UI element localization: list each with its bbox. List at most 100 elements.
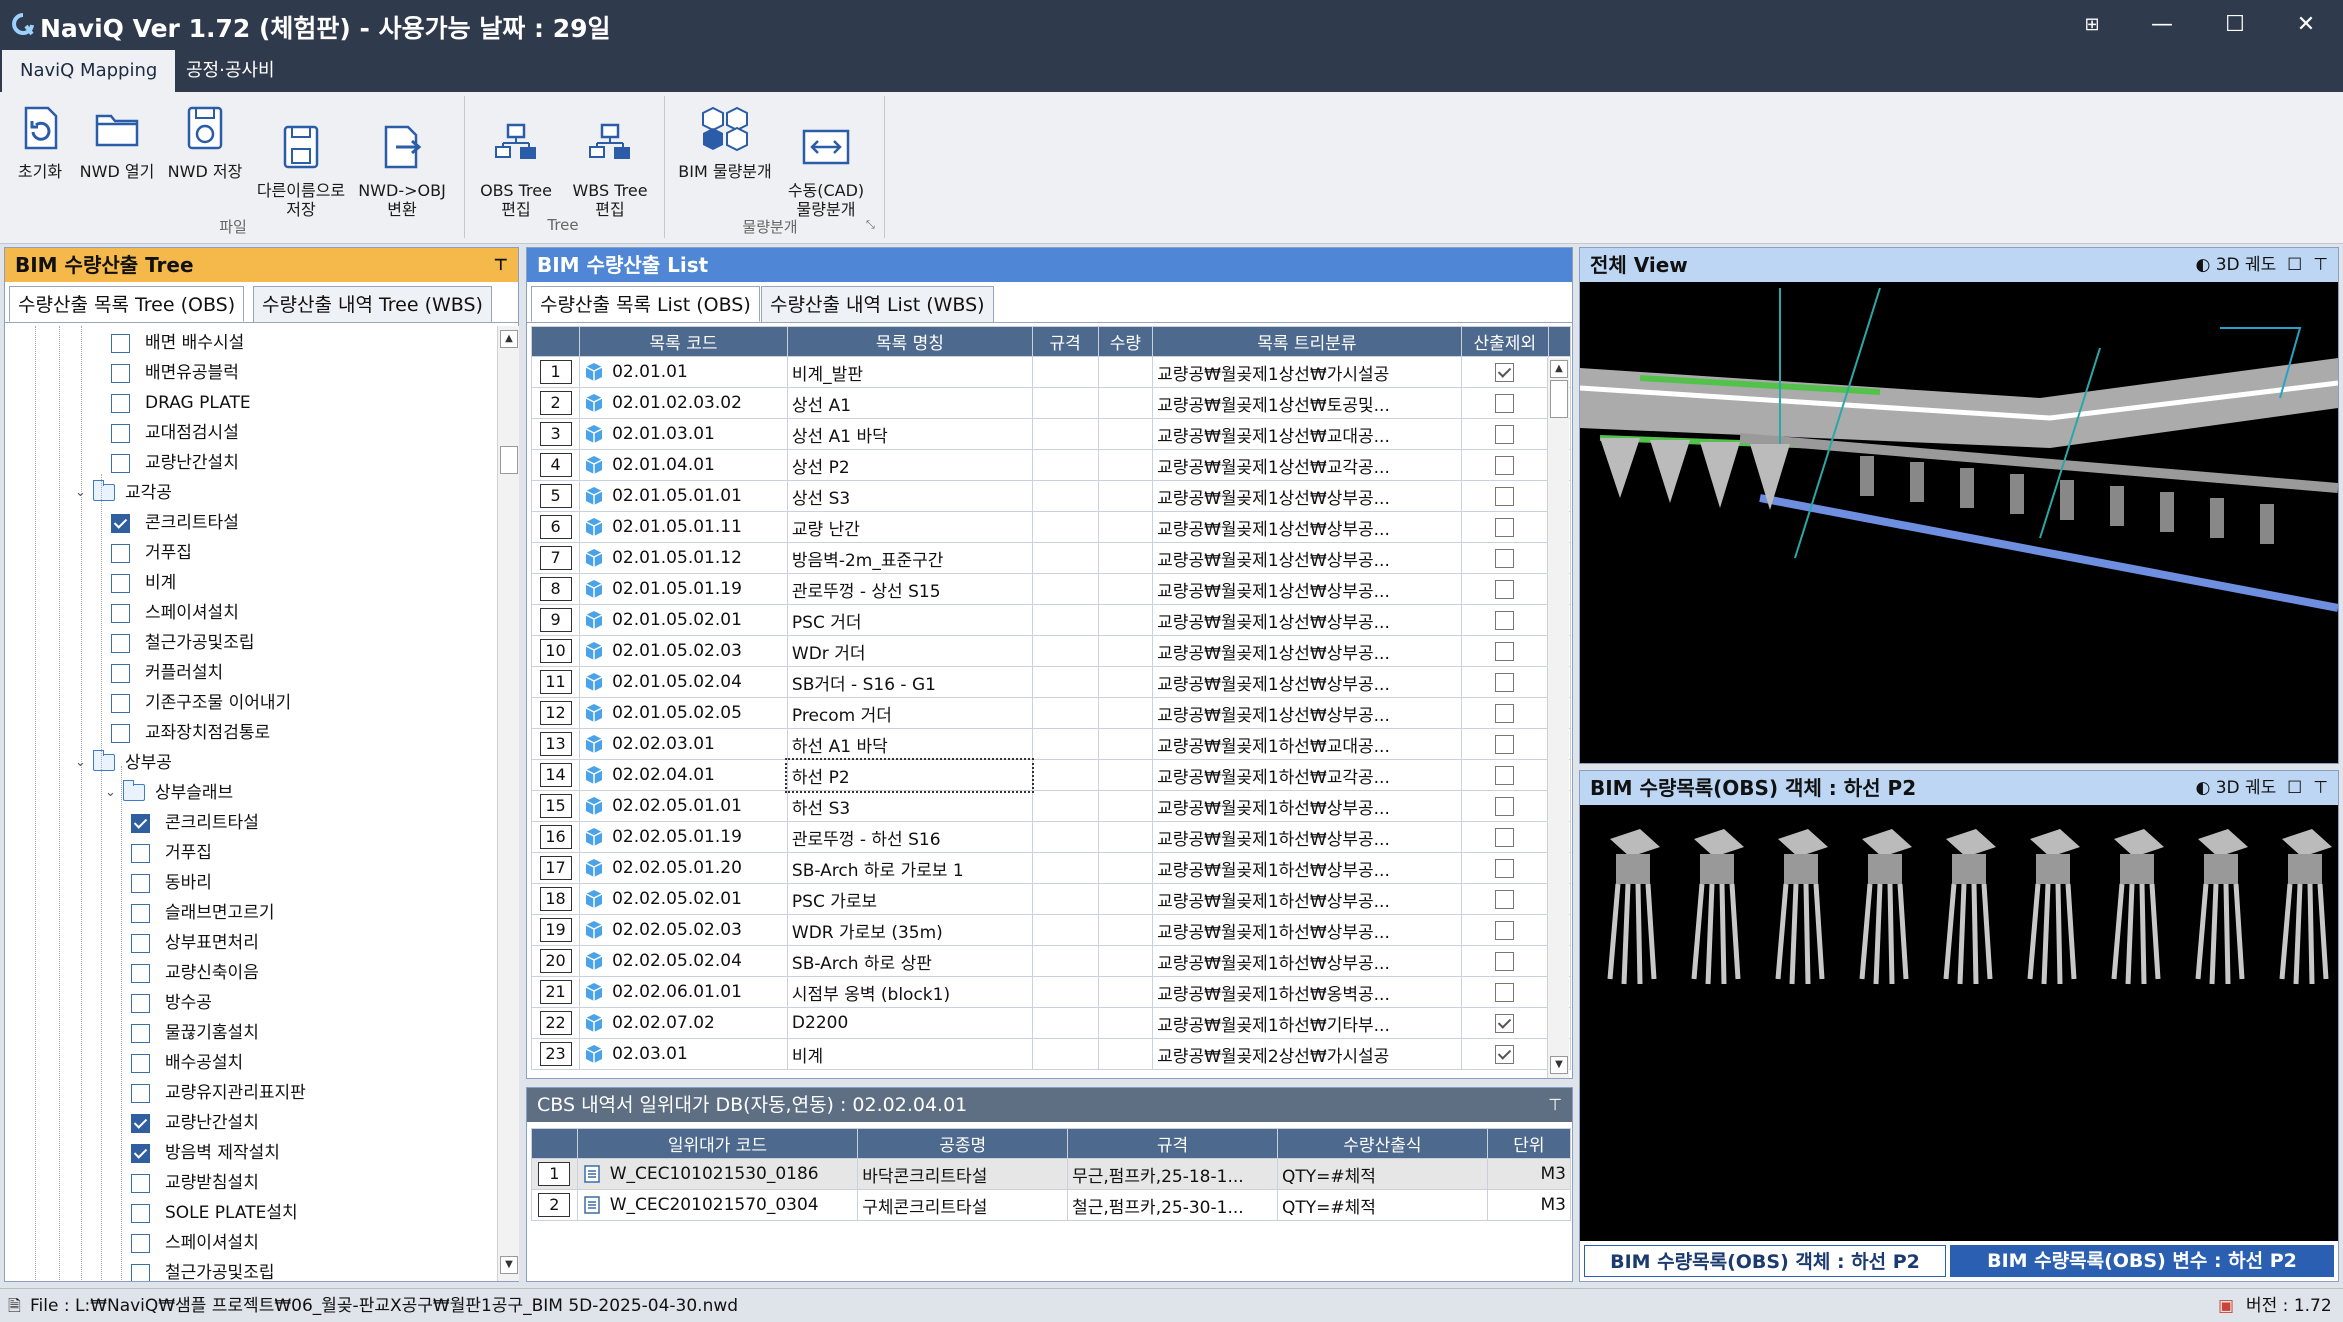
exclude-checkbox[interactable] (1495, 672, 1515, 692)
cell-name[interactable]: SB-Arch 하로 상판 (786, 945, 1033, 977)
tree-item[interactable]: 비계 (5, 568, 495, 598)
cell-name[interactable]: 비계 (786, 1038, 1033, 1070)
nwd-open-button[interactable]: NWD 열기 (74, 102, 160, 181)
cell-qty[interactable] (1097, 604, 1154, 636)
cell-name[interactable]: 하선 S3 (786, 790, 1033, 822)
tree-checkbox[interactable] (131, 1024, 150, 1043)
cell-qty[interactable] (1097, 356, 1154, 388)
cell-excl[interactable] (1460, 697, 1550, 729)
tree-checkbox[interactable] (111, 604, 130, 623)
cell-code[interactable]: 02.02.05.02.03 (579, 914, 788, 946)
tree-item[interactable]: 상부표면처리 (5, 928, 495, 958)
cell-spec[interactable] (1031, 759, 1099, 791)
cell-rownum[interactable]: 19 (530, 914, 581, 946)
tab-wbs-tree[interactable]: 수량산출 내역 Tree (WBS) (253, 286, 492, 322)
exclude-checkbox[interactable] (1495, 486, 1515, 506)
tree-checkbox[interactable] (111, 574, 130, 593)
cell-rownum[interactable]: 1 (530, 356, 581, 388)
cell-name[interactable]: PSC 거더 (786, 604, 1033, 636)
tab-obs-tree[interactable]: 수량산출 목록 Tree (OBS) (9, 286, 245, 322)
tree-item[interactable]: 물끊기홈설치 (5, 1018, 495, 1048)
cell-spec[interactable] (1031, 418, 1099, 450)
tree-checkbox[interactable] (131, 904, 150, 923)
tree-checkbox[interactable] (111, 664, 130, 683)
tree-checkbox[interactable] (131, 1204, 150, 1223)
table-row[interactable]: 23 02.03.01 비계 교량공₩월곶제2상선₩가시설공 (530, 1038, 1571, 1070)
exclude-checkbox[interactable] (1495, 548, 1515, 568)
tree-checkbox[interactable] (131, 1084, 150, 1103)
restore-icon[interactable]: ☐ (2287, 778, 2302, 798)
table-row[interactable]: 22 02.02.07.02 D2200 교량공₩월곶제1하선₩기타부... (530, 1007, 1571, 1039)
cell-cat[interactable]: 교량공₩월곶제1하선₩교각공... (1152, 759, 1462, 791)
cell-rownum[interactable]: 17 (530, 852, 581, 884)
tree-checkbox[interactable] (131, 1144, 150, 1163)
orbit-tool-label[interactable]: 3D 궤도 (2216, 255, 2277, 275)
cell-excl[interactable] (1460, 480, 1550, 512)
cell-excl[interactable] (1460, 728, 1550, 760)
orbit-tool-label[interactable]: 3D 궤도 (2216, 778, 2277, 798)
cell-rownum[interactable]: 23 (530, 1038, 581, 1070)
cell-cat[interactable]: 교량공₩월곶제1상선₩가시설공 (1152, 356, 1462, 388)
tree-folder-node[interactable]: ⌄ 상부슬래브 (5, 778, 495, 808)
cell-spec[interactable] (1031, 728, 1099, 760)
cell-cat[interactable]: 교량공₩월곶제1하선₩교대공... (1152, 728, 1462, 760)
cell-qty[interactable] (1097, 914, 1154, 946)
cell-spec[interactable] (1031, 542, 1099, 574)
cell-excl[interactable] (1460, 666, 1550, 698)
cell-excl[interactable] (1460, 604, 1550, 636)
cell-excl[interactable] (1460, 542, 1550, 574)
cell-rownum[interactable]: 15 (530, 790, 581, 822)
cell-code[interactable]: 02.01.05.01.11 (579, 511, 788, 543)
cell-qty[interactable] (1097, 976, 1154, 1008)
cell-cat[interactable]: 교량공₩월곶제1상선₩상부공... (1152, 635, 1462, 667)
cell-cat[interactable]: 교량공₩월곶제1상선₩상부공... (1152, 666, 1462, 698)
cell-excl[interactable] (1460, 1007, 1550, 1039)
table-row[interactable]: 15 02.02.05.01.01 하선 S3 교량공₩월곶제1하선₩상부공... (530, 790, 1571, 822)
tree-item[interactable]: 철근가공및조립 (5, 628, 495, 658)
cell-qty[interactable] (1097, 480, 1154, 512)
cell-rownum[interactable]: 5 (530, 480, 581, 512)
scroll-down-arrow-icon[interactable]: ▼ (1550, 1056, 1568, 1074)
tree-item[interactable]: DRAG PLATE (5, 388, 495, 418)
cell-n[interactable]: 1 (531, 1158, 578, 1190)
cell-formula[interactable]: QTY=#체적 (1276, 1189, 1488, 1221)
maximize-button[interactable]: ☐ (2215, 8, 2255, 42)
col-spec[interactable]: 규격 (1067, 1128, 1278, 1159)
save-as-button[interactable]: 다른이름으로 저장 (252, 102, 350, 238)
exclude-checkbox[interactable] (1495, 796, 1515, 816)
col-unitcost-code[interactable]: 일위대가 코드 (576, 1128, 859, 1159)
cell-name[interactable]: 하선 A1 바닥 (786, 728, 1033, 760)
tab-obs-list[interactable]: 수량산출 목록 List (OBS) (531, 286, 760, 322)
cell-cat[interactable]: 교량공₩월곶제1상선₩상부공... (1152, 604, 1462, 636)
cell-cat[interactable]: 교량공₩월곶제1상선₩상부공... (1152, 573, 1462, 605)
cell-rownum[interactable]: 22 (530, 1007, 581, 1039)
cell-rownum[interactable]: 20 (530, 945, 581, 977)
tree-item[interactable]: 방수공 (5, 988, 495, 1018)
cell-excl[interactable] (1460, 790, 1550, 822)
tree-item[interactable]: 교량유지관리표지판 (5, 1078, 495, 1108)
bim-split-button[interactable]: BIM 물량분개 (672, 102, 778, 181)
scroll-thumb[interactable] (500, 446, 518, 474)
tree-checkbox[interactable] (131, 934, 150, 953)
chevron-down-icon[interactable]: ⌄ (105, 778, 116, 808)
cell-cat[interactable]: 교량공₩월곶제1상선₩상부공... (1152, 480, 1462, 512)
cell-name[interactable]: PSC 가로보 (786, 883, 1033, 915)
pin-icon[interactable]: ⊤ (493, 248, 508, 282)
col-code[interactable]: 목록 코드 (579, 326, 788, 357)
cell-qty[interactable] (1097, 418, 1154, 450)
table-row[interactable]: 21 02.02.06.01.01 시점부 옹벽 (block1) 교량공₩월곶제1하… (530, 976, 1571, 1008)
orbit-icon[interactable]: ◐ (2195, 778, 2210, 798)
cell-spec[interactable] (1031, 480, 1099, 512)
tree-checkbox[interactable] (111, 364, 130, 383)
cell-qty[interactable] (1097, 1007, 1154, 1039)
col-category[interactable]: 목록 트리분류 (1152, 326, 1462, 357)
col-exclude[interactable]: 산출제외 (1460, 326, 1550, 357)
cell-spec[interactable] (1031, 449, 1099, 481)
cell-spec[interactable] (1031, 1038, 1099, 1070)
object-3d-viewport[interactable] (1580, 809, 2338, 1229)
close-button[interactable]: ✕ (2286, 8, 2326, 42)
cell-rownum[interactable]: 16 (530, 821, 581, 853)
tree-item[interactable]: 기존구조물 이어내기 (5, 688, 495, 718)
cell-spec[interactable] (1031, 1007, 1099, 1039)
exclude-checkbox[interactable] (1495, 889, 1515, 909)
